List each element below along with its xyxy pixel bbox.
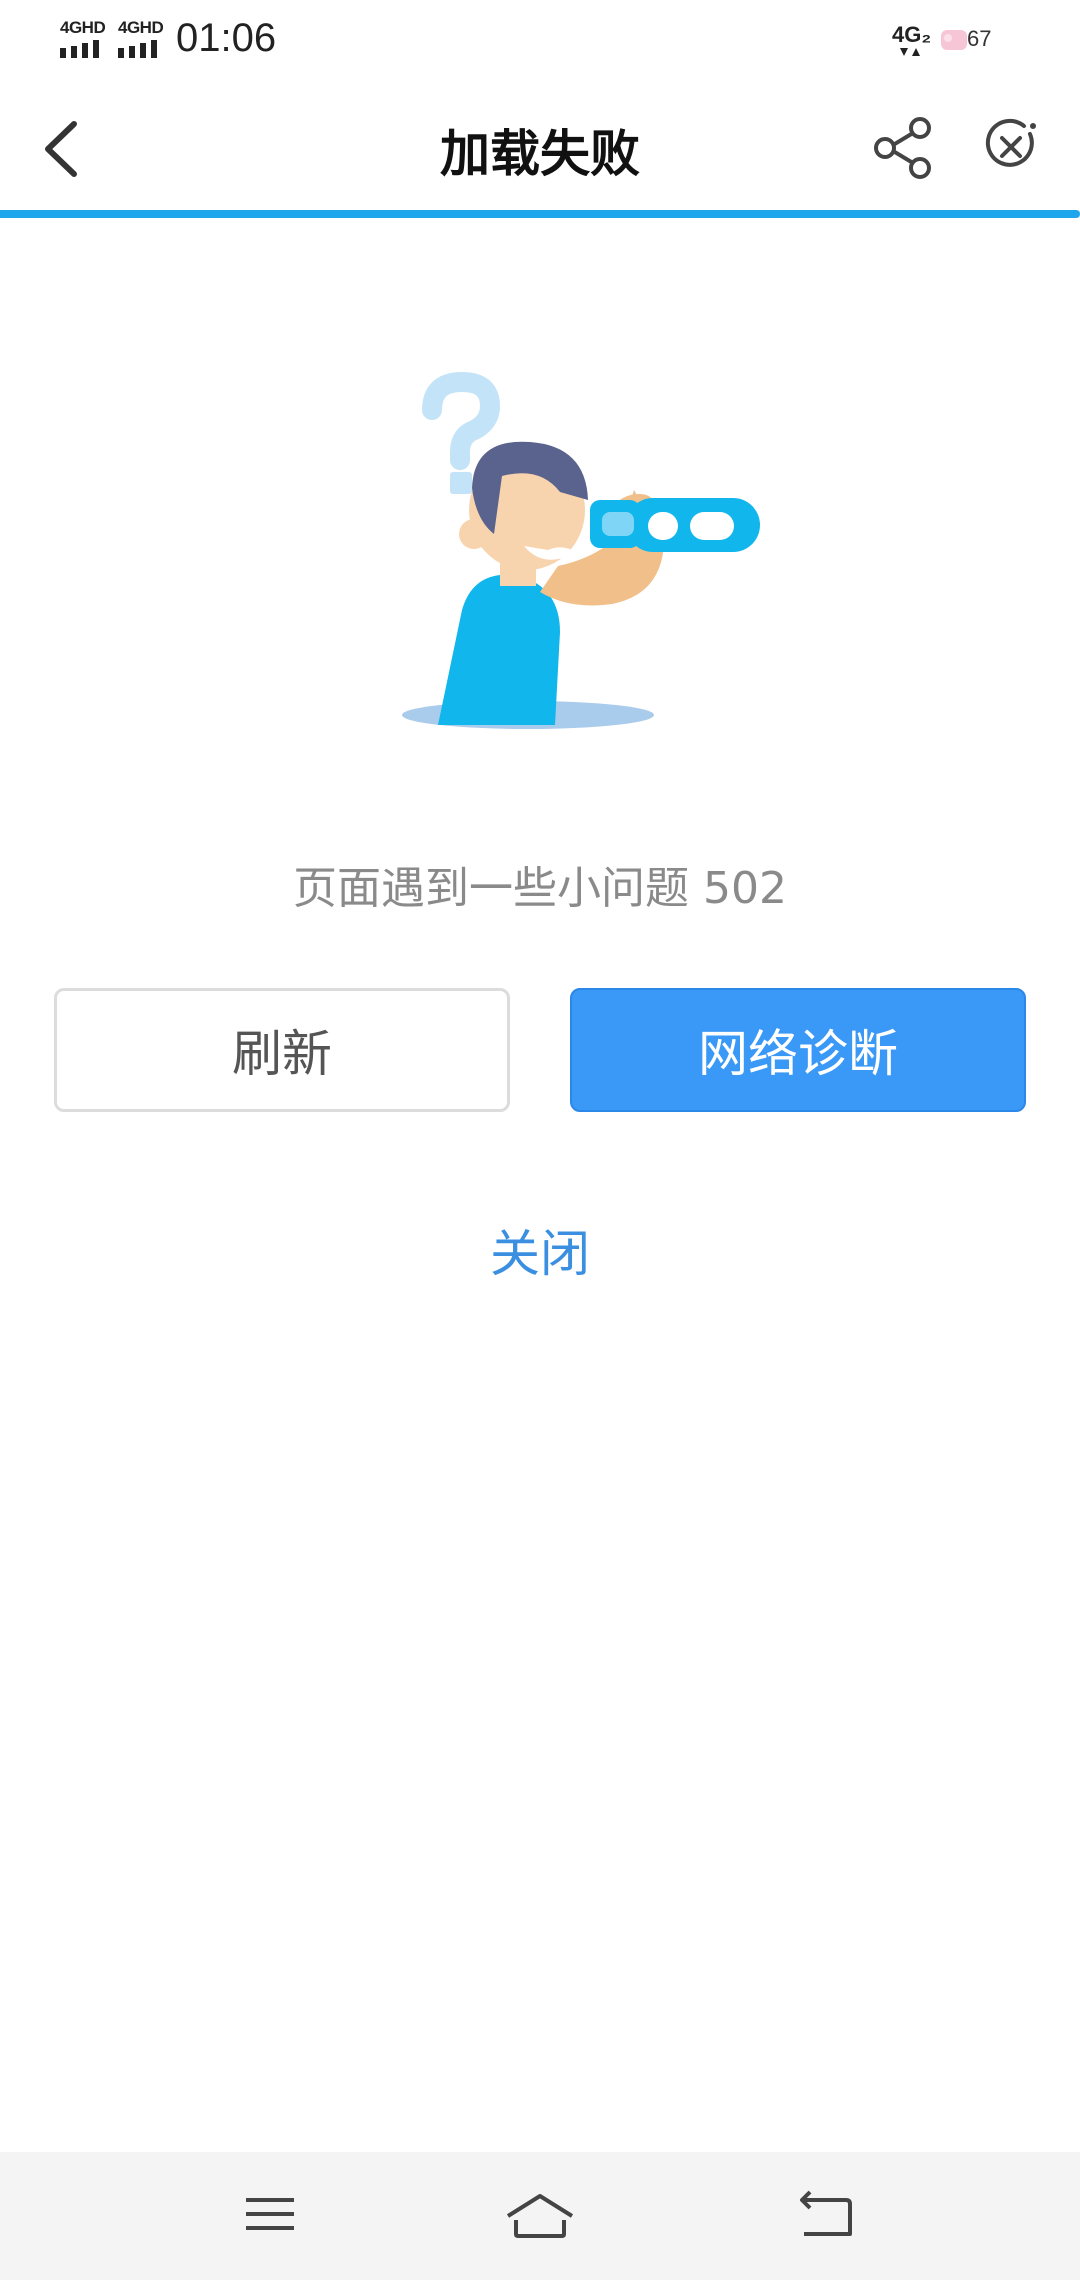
- sim2-label: 4GHD: [118, 18, 164, 37]
- status-time: 01:06: [176, 16, 277, 60]
- binoculars-icon: [590, 498, 760, 552]
- share-icon: [874, 117, 931, 179]
- battery-level: 67: [967, 26, 992, 51]
- title-bar: 加载失败: [0, 84, 1080, 210]
- status-bar: 4GHD 4GHD 01:06 4G₂ 67: [0, 0, 1080, 84]
- screen: 4GHD 4GHD 01:06 4G₂ 67 加载失败 页面遇到一些小问题 50…: [0, 0, 1080, 2280]
- close-link[interactable]: 关闭: [0, 1214, 1080, 1286]
- refresh-button[interactable]: 刷新: [54, 988, 510, 1112]
- network-type: 4G₂: [892, 22, 932, 47]
- signal-bars-icon: [118, 40, 157, 58]
- loading-progress-fill: [0, 210, 1080, 218]
- back-nav-button[interactable]: [796, 2186, 856, 2242]
- system-nav-bar: [0, 2152, 1080, 2280]
- close-page-button[interactable]: [976, 112, 1046, 182]
- home-button[interactable]: [504, 2186, 576, 2242]
- back-icon: [800, 2190, 852, 2236]
- sim1-label: 4GHD: [60, 18, 106, 37]
- menu-icon: [246, 2198, 294, 2230]
- loading-progress-bar: [0, 210, 1080, 218]
- share-button[interactable]: [868, 112, 938, 182]
- person-body: [438, 574, 560, 725]
- close-circle-icon: [985, 118, 1036, 167]
- battery-icon: [941, 30, 967, 50]
- error-illustration: [402, 371, 760, 729]
- battery-indicator: 67: [940, 24, 996, 54]
- error-message: 页面遇到一些小问题 502: [293, 863, 787, 914]
- menu-button[interactable]: [240, 2186, 300, 2242]
- network-diagnose-button[interactable]: 网络诊断: [570, 988, 1026, 1112]
- signal-bars-icon: [60, 40, 99, 58]
- home-icon: [506, 2194, 574, 2238]
- data-arrows-icon: [900, 48, 920, 56]
